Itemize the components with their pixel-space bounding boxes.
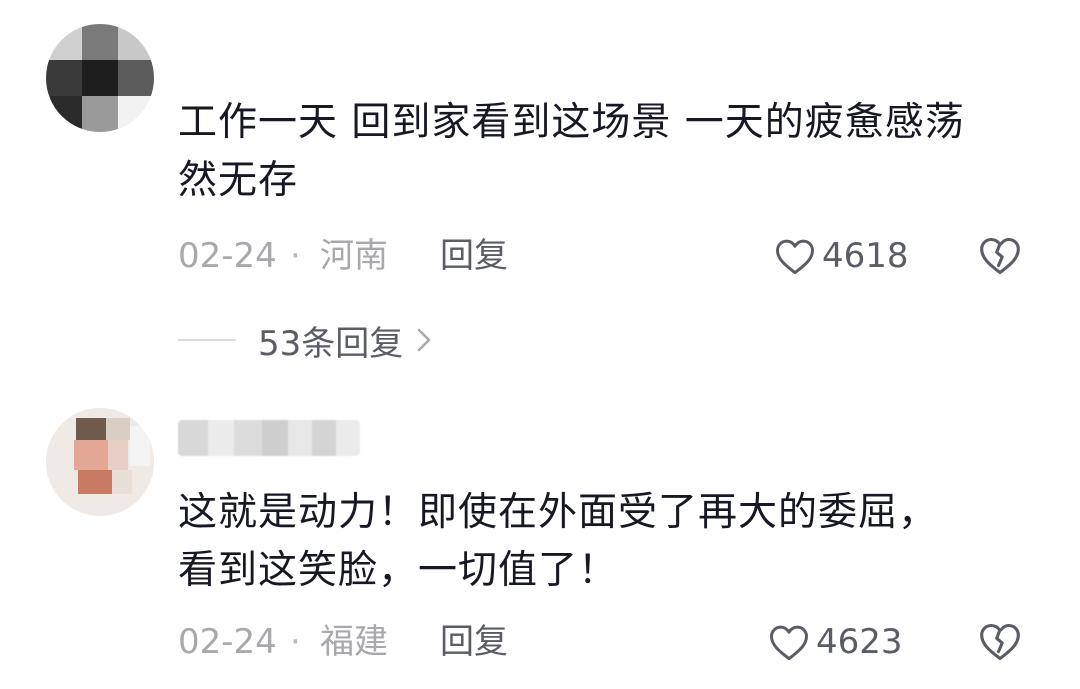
view-replies-button[interactable]: 53条回复 — [178, 318, 433, 364]
username-redacted[interactable] — [178, 420, 360, 456]
reply-button[interactable]: 回复 — [440, 622, 508, 662]
like-count: 4618 — [822, 236, 909, 276]
divider-line — [178, 339, 236, 341]
comment-date: 02-24 — [178, 622, 277, 662]
comment-text: 这就是动力！即使在外面受了再大的委屈， 看到这笑脸，一切值了！ — [178, 490, 939, 593]
avatar[interactable] — [46, 408, 154, 516]
comment-meta: 02-24 · 福建 回复 4623 — [178, 622, 1038, 662]
broken-heart-icon[interactable] — [978, 234, 1022, 278]
chevron-right-icon — [417, 328, 431, 352]
comment-meta: 02-24 · 河南 回复 4618 — [178, 236, 1038, 276]
heart-outline-icon — [770, 625, 808, 661]
comment-text: 工作一天 回到家看到这场景 一天的疲惫感荡 然无存 — [178, 100, 965, 203]
reply-button[interactable]: 回复 — [440, 236, 508, 276]
like-button[interactable]: 4618 — [774, 234, 909, 278]
broken-heart-icon[interactable] — [978, 620, 1022, 664]
comment-location: 河南 — [320, 236, 388, 276]
like-button[interactable]: 4623 — [768, 620, 903, 664]
meta-separator: · — [290, 236, 301, 276]
heart-outline-icon — [776, 239, 814, 275]
replies-count-label: 53条回复 — [258, 323, 404, 364]
avatar[interactable] — [46, 24, 154, 132]
comment-date: 02-24 — [178, 236, 277, 276]
comment-location: 福建 — [320, 622, 388, 662]
like-count: 4623 — [816, 622, 903, 662]
meta-separator: · — [290, 622, 301, 662]
